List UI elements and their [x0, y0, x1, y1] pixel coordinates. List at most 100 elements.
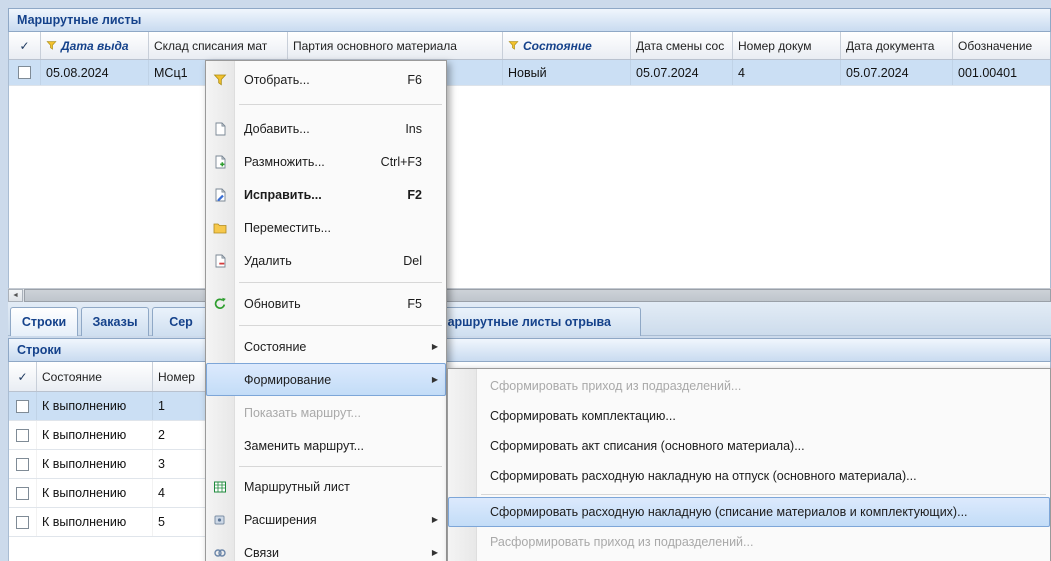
grid-cell[interactable]: 4 [733, 60, 841, 85]
row-checkbox[interactable] [16, 400, 29, 413]
column-header-label: Состояние [523, 39, 592, 53]
grid-cell [9, 392, 37, 420]
grid-cell[interactable]: 05.07.2024 [841, 60, 953, 85]
grid-cell[interactable]: К выполнению [37, 479, 153, 507]
submenu-item-form-issue-invoice[interactable]: Сформировать расходную накладную на отпу… [448, 461, 1050, 491]
duplicate-document-icon [213, 155, 227, 169]
grid-header-row: ✓ Дата выда Склад списания мат Партия ос… [9, 32, 1050, 60]
menu-item-edit[interactable]: Исправить... F2 [206, 178, 446, 211]
filter-icon [508, 40, 519, 51]
bottom-tabbar: Строки Заказы Сер Маршрутные листы отрыв… [8, 302, 1051, 336]
grid-cell [9, 450, 37, 478]
submenu-item-form-receipt-from-departments[interactable]: Сформировать приход из подразделений... [448, 371, 1050, 401]
grid-cell[interactable]: 05.08.2024 [41, 60, 149, 85]
refresh-icon [213, 297, 227, 311]
column-header-check[interactable]: ✓ [9, 32, 41, 59]
submenu-item-unform-receipt-from-departments[interactable]: Расформировать приход из подразделений..… [448, 527, 1050, 557]
grid-cell [9, 479, 37, 507]
row-checkbox[interactable] [16, 429, 29, 442]
row-checkbox[interactable] [16, 516, 29, 529]
grid-empty-area [9, 86, 1050, 262]
column-header-label: Номер [158, 370, 195, 384]
check-icon: ✓ [17, 370, 27, 384]
menu-separator [206, 462, 446, 470]
menu-item-duplicate[interactable]: Размножить... Ctrl+F3 [206, 145, 446, 178]
menu-item-links-submenu[interactable]: Связи ▶ [206, 536, 446, 561]
menu-item-replace-route[interactable]: Заменить маршрут... [206, 429, 446, 462]
grid-cell[interactable]: К выполнению [37, 392, 153, 420]
row-checkbox[interactable] [16, 487, 29, 500]
tab-stroki[interactable]: Строки [10, 307, 78, 336]
menu-item-refresh[interactable]: Обновить F5 [206, 287, 446, 320]
grid-cell [9, 60, 41, 85]
grid-cell[interactable]: 001.00401 [953, 60, 1050, 85]
menu-item-select[interactable]: Отобрать... F6 [206, 63, 446, 96]
tab-zakazy[interactable]: Заказы [81, 307, 149, 336]
menu-item-route-sheet[interactable]: Маршрутный лист [206, 470, 446, 503]
column-header-main-material-batch[interactable]: Партия основного материала [288, 32, 503, 59]
scrollbar-thumb[interactable] [24, 289, 1051, 302]
column-header-check[interactable]: ✓ [9, 362, 37, 391]
menu-item-extensions-submenu[interactable]: Расширения ▶ [206, 503, 446, 536]
menu-separator [206, 277, 446, 287]
menu-item-delete[interactable]: Удалить Del [206, 244, 446, 277]
column-header-doc-number[interactable]: Номер докум [733, 32, 841, 59]
menu-separator [206, 320, 446, 330]
grid-cell [9, 508, 37, 536]
table-row[interactable]: 05.08.2024 МСц1 Новый 05.07.2024 4 05.07… [9, 60, 1050, 86]
scroll-left-icon: ◄ [12, 292, 19, 299]
row-checkbox[interactable] [16, 458, 29, 471]
column-header-label: Состояние [42, 370, 102, 384]
menu-item-state-submenu[interactable]: Состояние ▶ [206, 330, 446, 363]
column-header-label: Номер докум [738, 39, 811, 53]
menu-item-add[interactable]: Добавить... Ins [206, 112, 446, 145]
column-header-label: Партия основного материала [293, 39, 457, 53]
submenu-item-form-expense-invoice-writeoff[interactable]: Сформировать расходную накладную (списан… [448, 497, 1050, 527]
column-header-label: Дата документа [846, 39, 934, 53]
page-title: Маршрутные листы [17, 13, 141, 27]
move-folder-icon [213, 221, 227, 235]
formation-submenu: Сформировать приход из подразделений... … [447, 368, 1051, 561]
menu-separator [206, 96, 446, 112]
grid-cell[interactable]: К выполнению [37, 508, 153, 536]
panel-title-route-sheets: Маршрутные листы [8, 8, 1051, 32]
panel-title-stroki: Строки [8, 338, 1051, 362]
route-sheets-grid: ✓ Дата выда Склад списания мат Партия ос… [8, 32, 1051, 288]
grid-cell[interactable]: 05.07.2024 [631, 60, 733, 85]
chevron-right-icon: ▶ [432, 548, 438, 557]
column-header-label: Обозначение [958, 39, 1032, 53]
column-header-state-change-date[interactable]: Дата смены сос [631, 32, 733, 59]
submenu-item-form-writeoff-act[interactable]: Сформировать акт списания (основного мат… [448, 431, 1050, 461]
column-header-state[interactable]: Состояние [503, 32, 631, 59]
column-header-designation[interactable]: Обозначение [953, 32, 1050, 59]
grid-cell [9, 421, 37, 449]
chevron-right-icon: ▶ [432, 375, 438, 384]
menu-item-show-route[interactable]: Показать маршрут... [206, 396, 446, 429]
edit-document-icon [213, 188, 227, 202]
h-scrollbar[interactable]: ◄ [8, 288, 1051, 302]
extensions-icon [213, 513, 227, 527]
delete-document-icon [213, 254, 227, 268]
context-menu: Отобрать... F6 Добавить... Ins Размножит… [205, 60, 447, 561]
menu-item-move[interactable]: Переместить... [206, 211, 446, 244]
column-header-label: Склад списания мат [154, 39, 267, 53]
grid-cell[interactable]: К выполнению [37, 421, 153, 449]
submenu-item-form-kitting[interactable]: Сформировать комплектацию... [448, 401, 1050, 431]
tab-ser[interactable]: Сер [152, 307, 210, 336]
filter-icon [213, 73, 227, 87]
scroll-left-button[interactable]: ◄ [8, 289, 23, 302]
column-header-writeoff-warehouse[interactable]: Склад списания мат [149, 32, 288, 59]
column-header-date-issued[interactable]: Дата выда [41, 32, 149, 59]
column-header-state[interactable]: Состояние [37, 362, 153, 391]
chevron-right-icon: ▶ [432, 515, 438, 524]
section-title: Строки [17, 343, 61, 357]
chevron-right-icon: ▶ [432, 342, 438, 351]
row-checkbox[interactable] [18, 66, 31, 79]
menu-item-formation-submenu[interactable]: Формирование ▶ [206, 363, 446, 396]
column-header-doc-date[interactable]: Дата документа [841, 32, 953, 59]
column-header-label: Дата смены сос [636, 39, 724, 53]
grid-cell[interactable]: Новый [503, 60, 631, 85]
check-icon: ✓ [19, 39, 29, 53]
grid-cell[interactable]: К выполнению [37, 450, 153, 478]
column-header-label: Дата выда [61, 39, 129, 53]
